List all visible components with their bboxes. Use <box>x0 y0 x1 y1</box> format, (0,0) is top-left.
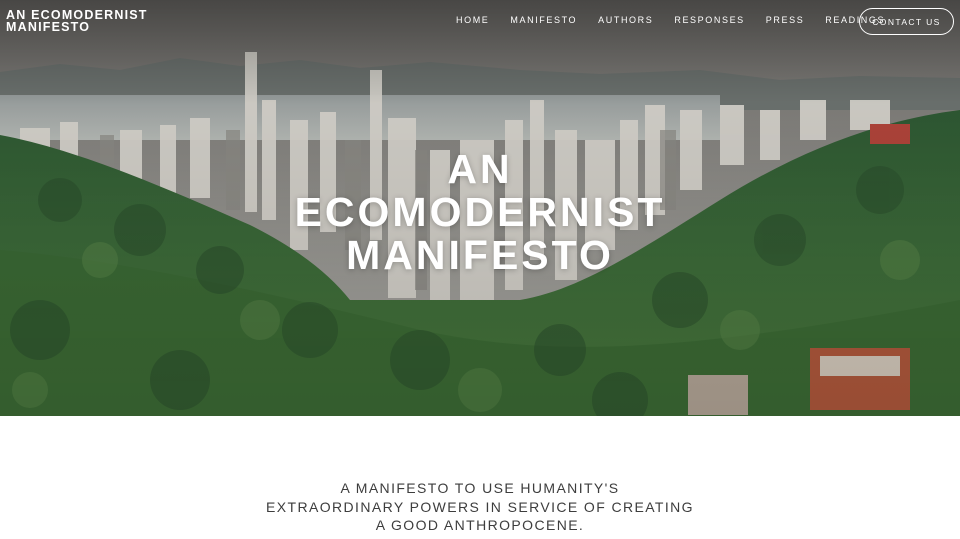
contact-us-button[interactable]: CONTACT US <box>859 8 954 35</box>
hero-heading-line3: MANIFESTO <box>346 232 614 278</box>
nav-item-responses[interactable]: RESPONSES <box>674 15 744 25</box>
nav-item-manifesto[interactable]: MANIFESTO <box>510 15 577 25</box>
nav-item-home[interactable]: HOME <box>456 15 489 25</box>
intro-tagline: A MANIFESTO TO USE HUMANITY'S EXTRAORDIN… <box>0 479 960 535</box>
tagline-line3: A GOOD ANTHROPOCENE. <box>375 517 585 533</box>
nav-item-authors[interactable]: AUTHORS <box>598 15 653 25</box>
site-title-line2: MANIFESTO <box>6 20 91 34</box>
hero-heading-line1: AN <box>447 146 513 192</box>
site-title-logo[interactable]: AN ECOMODERNIST MANIFESTO <box>6 9 176 34</box>
tagline-line2: EXTRAORDINARY POWERS IN SERVICE OF CREAT… <box>266 498 694 515</box>
hero-heading: AN ECOMODERNIST MANIFESTO <box>0 148 960 277</box>
tagline-line1: A MANIFESTO TO USE HUMANITY'S <box>340 480 620 496</box>
main-navigation: HOME MANIFESTO AUTHORS RESPONSES PRESS R… <box>456 15 906 25</box>
hero-section: AN ECOMODERNIST MANIFESTO HOME MANIFESTO… <box>0 0 960 416</box>
hero-heading-line2: ECOMODERNIST <box>294 189 666 235</box>
nav-item-press[interactable]: PRESS <box>766 15 805 25</box>
